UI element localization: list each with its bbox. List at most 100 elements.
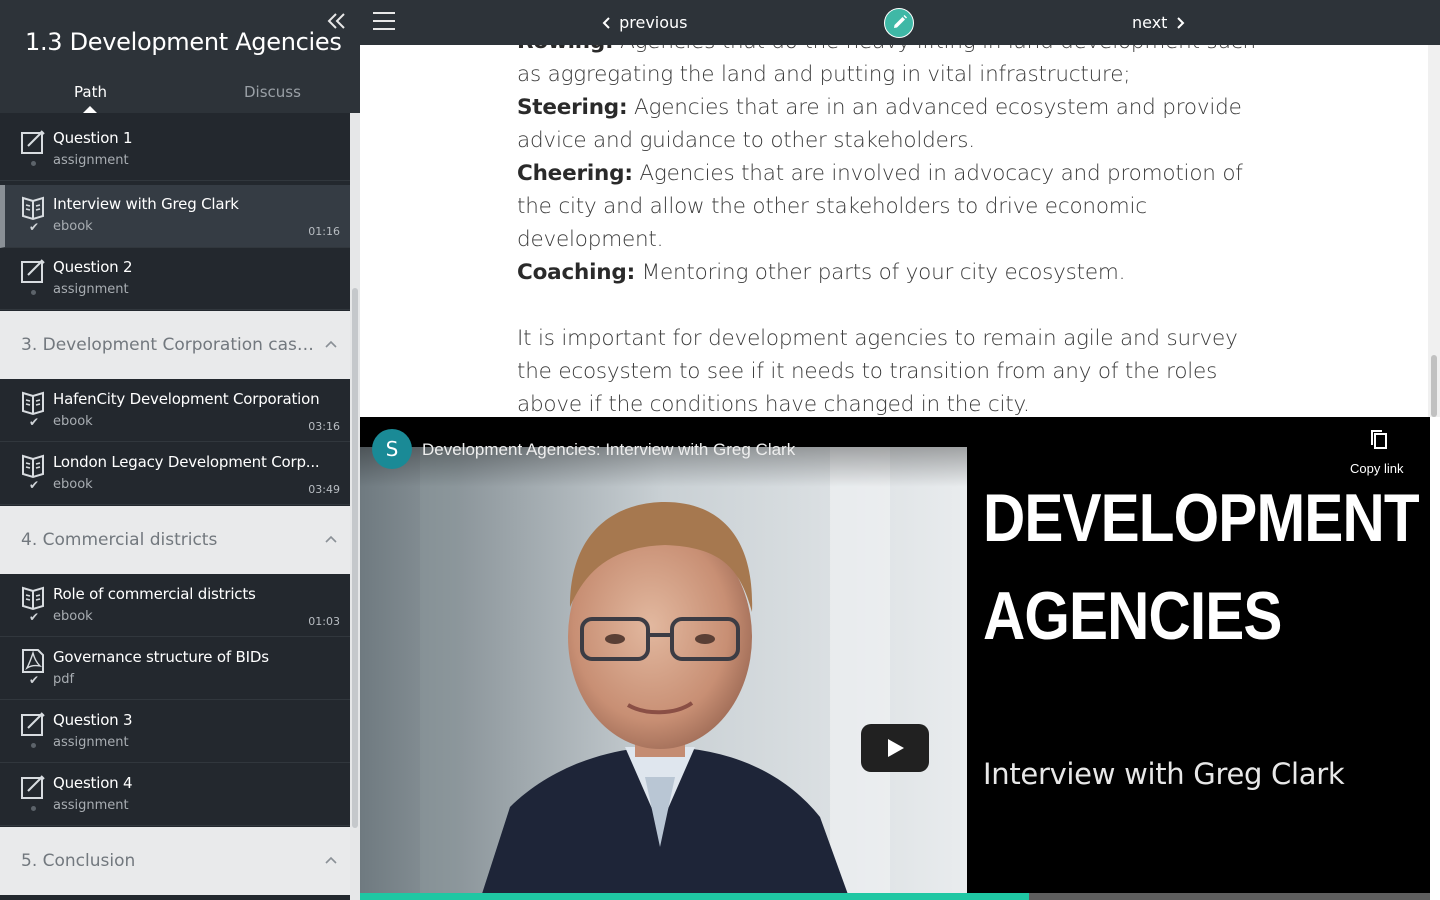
checkmark-icon: ✔ [28,415,40,429]
sidebar-item-type: assignment [53,798,129,813]
thumbnail-title-line-1: DEVELOPMENT [983,480,1420,556]
sidebar-item-duration: 03:16 [308,420,340,433]
agility-paragraph: It is important for development agencies… [517,326,1238,417]
section-label: 3. Development Corporation case s... [21,335,319,355]
checkmark-icon: ✔ [28,673,40,687]
sidebar-item-type: ebook [53,219,93,234]
incomplete-dot-icon [31,806,36,811]
double-chevron-left-icon [327,13,345,29]
sidebar-item-title: HafenCity Development Corporation [53,390,320,408]
sidebar-item-title: Governance structure of BIDs [53,648,269,666]
section-label: 4. Commercial districts [21,530,218,550]
tab-path[interactable]: Path [74,83,107,101]
lesson-text: Rowing: Agencies that do the heavy lifti… [517,45,1277,417]
sidebar-item-duration: 03:49 [308,483,340,496]
ebook-icon [22,196,44,221]
top-navigation-bar: previous next [360,0,1440,45]
pencil-icon [894,15,907,28]
video-progress-fill [360,893,1029,900]
sidebar-item-title: Question 2 [53,258,133,276]
section-header-development-corporation[interactable]: 3. Development Corporation case s... [0,311,350,379]
previous-button[interactable]: previous [600,13,688,32]
video-thumbnail-photo [360,447,967,900]
menu-button[interactable] [373,12,395,32]
chevron-right-icon [1176,17,1184,29]
incomplete-dot-icon [31,743,36,748]
content-scrollbar-thumb[interactable] [1431,355,1437,417]
sidebar-item-title: Question 1 [53,129,133,147]
checkmark-icon: ✔ [28,220,40,234]
thumbnail-title-line-2: AGENCIES [983,578,1282,654]
section-label: 5. Conclusion [21,851,136,871]
rowing-paragraph: Rowing: Agencies that do the heavy lifti… [517,45,1277,91]
play-button[interactable] [861,724,929,772]
sidebar-item-interview-greg-clark[interactable]: Interview with Greg Clark ✔ ebook 01:16 [0,185,350,248]
sidebar-item-type: ebook [53,609,93,624]
assignment-icon [21,259,45,283]
assignment-icon [21,712,45,736]
sidebar-item-duration: 01:16 [308,225,340,238]
hamburger-icon [373,12,395,30]
sidebar-item-title: London Legacy Development Corp... [53,453,320,471]
sidebar-item-title: Interview with Greg Clark [53,195,239,213]
steering-paragraph: Steering: Agencies that are in an advanc… [517,91,1277,157]
sidebar-item-question-3[interactable]: Question 3 assignment [0,701,350,763]
course-title: 1.3 Development Agencies [25,28,342,56]
chevron-up-icon [325,340,337,348]
chevron-left-icon [602,17,610,29]
checkmark-icon: ✔ [28,610,40,624]
sidebar-scrollbar-thumb[interactable] [352,288,358,828]
sidebar-scrollbar[interactable] [350,113,360,900]
chevron-up-icon [325,535,337,543]
video-title[interactable]: Development Agencies: Interview with Gre… [422,440,795,460]
assignment-icon [21,130,45,154]
incomplete-dot-icon [31,161,36,166]
edit-button[interactable] [884,8,914,38]
section-header-conclusion[interactable]: 5. Conclusion [0,827,350,895]
assignment-icon [21,775,45,799]
active-tab-indicator [83,106,97,113]
coaching-text: Mentoring other parts of your city ecosy… [641,260,1126,285]
content-scrollbar[interactable] [1428,45,1440,417]
sidebar-item-type: assignment [53,153,129,168]
sidebar-item-question-4[interactable]: Question 4 assignment [0,764,350,826]
sidebar-item-type: assignment [53,735,129,750]
next-label: next [1132,13,1168,32]
coaching-paragraph: Coaching: Mentoring other parts of your … [517,256,1277,289]
sidebar-item-role-commercial-districts[interactable]: Role of commercial districts ✔ ebook 01:… [0,575,350,637]
copy-icon [1371,430,1387,449]
steering-label: Steering: [517,95,628,120]
incomplete-dot-icon [31,290,36,295]
video-player[interactable]: DEVELOPMENT AGENCIES Interview with Greg… [360,417,1430,900]
sidebar-item-type: pdf [53,672,75,687]
rowing-label: Rowing: [517,45,614,54]
sidebar-item-title: Question 4 [53,774,133,792]
sidebar-item-london-legacy[interactable]: London Legacy Development Corp... ✔ eboo… [0,443,350,505]
ebook-icon [22,391,44,416]
sidebar-item-type: ebook [53,414,93,429]
sidebar-item-question-2[interactable]: Question 2 assignment [0,248,350,310]
channel-avatar[interactable]: S [372,429,412,469]
sidebar-item-question-1[interactable]: Question 1 assignment [0,119,350,181]
section-header-commercial-districts[interactable]: 4. Commercial districts [0,506,350,574]
coaching-label: Coaching: [517,260,635,285]
next-button[interactable]: next [1132,13,1187,32]
copy-link-button[interactable]: Copy link [1340,429,1418,479]
checkmark-icon: ✔ [28,478,40,492]
lesson-content: Rowing: Agencies that do the heavy lifti… [360,45,1428,417]
sidebar-item-title: Question 3 [53,711,133,729]
sidebar-item-duration: 01:03 [308,615,340,628]
sidebar-item-title: Role of commercial districts [53,585,256,603]
sidebar-item-type: ebook [53,477,93,492]
cheering-label: Cheering: [517,161,633,186]
ebook-icon [22,454,44,479]
video-progress-bar[interactable] [360,893,1430,900]
collapse-sidebar-button[interactable] [325,10,349,36]
sidebar-item-hafencity[interactable]: HafenCity Development Corporation ✔ eboo… [0,380,350,442]
sidebar-item-governance-bids[interactable]: Governance structure of BIDs ✔ pdf [0,638,350,700]
ebook-icon [22,586,44,611]
rowing-text: Agencies that do the heavy lifting in la… [517,45,1256,87]
tab-discuss[interactable]: Discuss [244,83,301,101]
chevron-up-icon [325,856,337,864]
copy-link-label: Copy link [1350,461,1404,476]
